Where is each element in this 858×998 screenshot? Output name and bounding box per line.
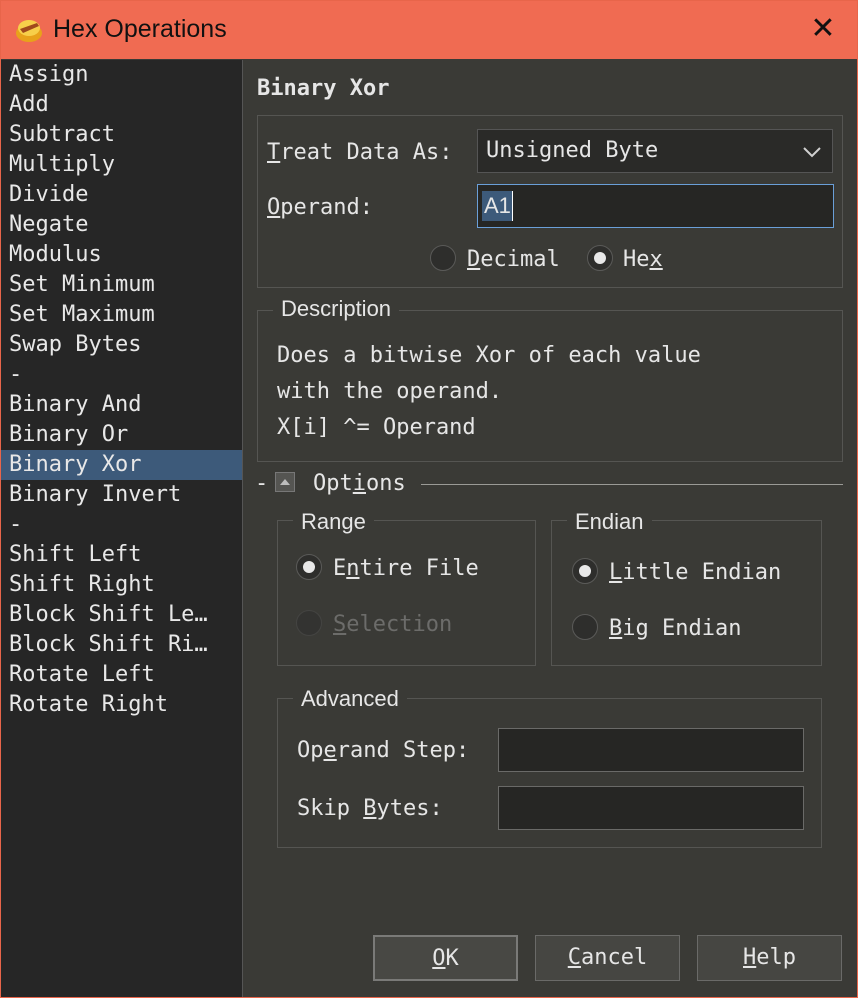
- operation-heading: Binary Xor: [257, 76, 390, 101]
- options-label[interactable]: Options: [313, 471, 406, 496]
- operation-item[interactable]: Shift Left: [1, 540, 242, 570]
- app-icon: [16, 20, 42, 42]
- collapse-icon[interactable]: [275, 472, 295, 492]
- description-legend: Description: [273, 296, 400, 322]
- operation-item[interactable]: Rotate Left: [1, 660, 242, 690]
- chevron-down-icon: [803, 147, 821, 158]
- selection-radio[interactable]: [296, 610, 322, 636]
- text-caret: [512, 191, 513, 221]
- big-endian-radio[interactable]: [572, 614, 598, 640]
- cancel-button[interactable]: Cancel: [535, 935, 680, 981]
- decimal-label[interactable]: Decimal: [467, 247, 560, 272]
- operation-item[interactable]: Modulus: [1, 240, 242, 270]
- treat-data-select[interactable]: Unsigned Byte: [477, 129, 833, 173]
- description-line: with the operand.: [277, 379, 503, 404]
- hex-label[interactable]: Hex: [623, 247, 663, 272]
- operation-item[interactable]: Swap Bytes: [1, 330, 242, 360]
- operation-item[interactable]: Set Minimum: [1, 270, 242, 300]
- operation-item[interactable]: Add: [1, 90, 242, 120]
- operation-list[interactable]: Assign Add Subtract Multiply Divide Negate Mod…: [1, 60, 243, 997]
- hex-operations-dialog: Hex Operations ✕ Assign Add Subtract Multip…: [0, 0, 858, 998]
- endian-group: [551, 520, 822, 666]
- list-separator: -: [9, 362, 23, 387]
- hex-radio[interactable]: [587, 245, 613, 271]
- operation-item[interactable]: Subtract: [1, 120, 242, 150]
- entire-file-label[interactable]: Entire File: [333, 556, 479, 581]
- operation-item[interactable]: Set Maximum: [1, 300, 242, 330]
- operation-item[interactable]: Divide: [1, 180, 242, 210]
- advanced-legend: Advanced: [293, 686, 407, 712]
- endian-legend: Endian: [567, 509, 652, 535]
- operation-item[interactable]: Block Shift Le…: [1, 600, 242, 630]
- ok-button[interactable]: OK: [373, 935, 518, 981]
- operation-item[interactable]: Block Shift Ri…: [1, 630, 242, 660]
- selection-label: Selection: [333, 612, 453, 637]
- operation-item[interactable]: Assign: [1, 60, 242, 90]
- operation-item[interactable]: Binary Invert: [1, 480, 242, 510]
- operation-item[interactable]: Binary Or: [1, 420, 242, 450]
- list-separator: -: [9, 512, 23, 537]
- window-title: Hex Operations: [53, 15, 227, 43]
- little-endian-label[interactable]: Little Endian: [609, 560, 781, 585]
- title-bar[interactable]: Hex Operations ✕: [1, 1, 857, 59]
- options-divider: [421, 484, 843, 485]
- treat-data-value: Unsigned Byte: [486, 138, 659, 163]
- entire-file-radio[interactable]: [296, 554, 322, 580]
- skip-bytes-input[interactable]: [498, 786, 804, 830]
- options-dash: -: [255, 471, 269, 496]
- operation-item[interactable]: Binary And: [1, 390, 242, 420]
- skip-bytes-label: Skip Bytes:: [297, 796, 443, 821]
- operand-step-label: Operand Step:: [297, 738, 470, 763]
- operation-item[interactable]: Rotate Right: [1, 690, 242, 720]
- description-line: Does a bitwise Xor of each value: [277, 343, 701, 368]
- description-line: X[i] ^= Operand: [277, 415, 476, 440]
- operation-panel: Binary Xor Treat Data As: Unsigned Byte …: [243, 60, 857, 997]
- operation-item[interactable]: Shift Right: [1, 570, 242, 600]
- operation-item[interactable]: Binary Xor: [1, 450, 242, 480]
- range-legend: Range: [293, 509, 374, 535]
- little-endian-radio[interactable]: [572, 558, 598, 584]
- operation-item[interactable]: Multiply: [1, 150, 242, 180]
- operand-step-input[interactable]: [498, 728, 804, 772]
- range-group: [277, 520, 536, 666]
- operation-item[interactable]: Negate: [1, 210, 242, 240]
- close-icon[interactable]: ✕: [805, 11, 841, 47]
- big-endian-label[interactable]: Big Endian: [609, 616, 741, 641]
- help-button[interactable]: Help: [697, 935, 842, 981]
- operand-input[interactable]: A1: [477, 184, 834, 228]
- treat-data-label: Treat Data As:: [267, 140, 453, 165]
- decimal-radio[interactable]: [430, 245, 456, 271]
- operand-label: Operand:: [267, 195, 373, 220]
- operand-value: A1: [482, 191, 513, 221]
